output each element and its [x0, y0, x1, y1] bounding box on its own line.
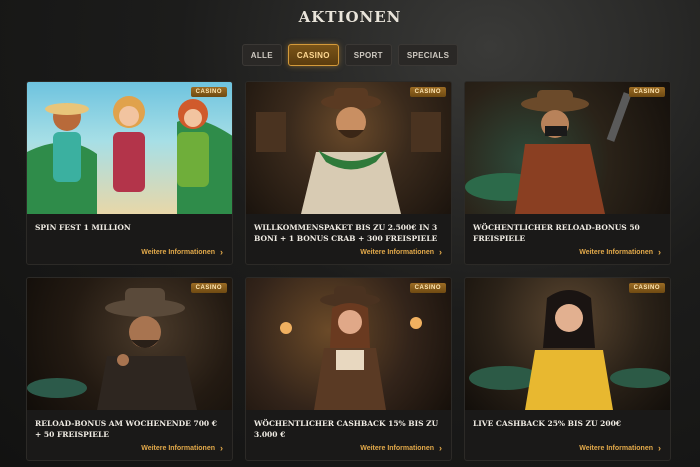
promo-title: RELOAD-BONUS AM WOCHENENDE 700 € + 50 FR…: [35, 419, 217, 439]
promo-card[interactable]: CASINO WÖCHENTLICHER RELOAD-BONUS 50 FRE…: [464, 81, 671, 265]
more-info-label: Weitere Informationen: [579, 249, 653, 256]
promo-image: CASINO: [246, 278, 451, 410]
tab-sport[interactable]: SPORT: [344, 44, 392, 66]
promo-card[interactable]: CASINO LIVE CASHBACK 25% BIS ZU 200€ Wei…: [464, 277, 671, 461]
promo-image: CASINO: [27, 82, 232, 214]
more-info-link[interactable]: Weitere Informationen ›: [141, 444, 223, 453]
tab-specials[interactable]: SPECIALS: [397, 44, 459, 66]
more-info-link[interactable]: Weitere Informationen ›: [579, 248, 661, 257]
filter-tabs: ALLE CASINO SPORT SPECIALS: [0, 44, 700, 66]
category-badge: CASINO: [628, 87, 665, 97]
more-info-link[interactable]: Weitere Informationen ›: [360, 248, 442, 257]
promo-image: CASINO: [465, 278, 670, 410]
more-info-label: Weitere Informationen: [360, 249, 434, 256]
more-info-link[interactable]: Weitere Informationen ›: [141, 248, 223, 257]
promo-image: CASINO: [465, 82, 670, 214]
tab-alle[interactable]: ALLE: [241, 44, 282, 66]
more-info-label: Weitere Informationen: [579, 445, 653, 452]
promo-card[interactable]: CASINO RELOAD-BONUS AM WOCHENENDE 700 € …: [26, 277, 233, 461]
tab-casino[interactable]: CASINO: [287, 44, 339, 66]
more-info-label: Weitere Informationen: [360, 445, 434, 452]
category-badge: CASINO: [409, 283, 446, 293]
more-info-link[interactable]: Weitere Informationen ›: [579, 444, 661, 453]
promo-title: WÖCHENTLICHER CASHBACK 15% BIS ZU 3.000 …: [254, 419, 439, 439]
chevron-right-icon: ›: [220, 247, 223, 257]
promo-image: CASINO: [27, 278, 232, 410]
chevron-right-icon: ›: [439, 247, 442, 257]
more-info-link[interactable]: Weitere Informationen ›: [360, 444, 442, 453]
promo-card[interactable]: CASINO WÖCHENTLICHER CASHBACK 15% BIS ZU…: [245, 277, 452, 461]
promo-title: WILLKOMMENSPAKET BIS ZU 2.500€ IN 3 BONI…: [254, 223, 438, 243]
chevron-right-icon: ›: [439, 443, 442, 453]
promo-title: LIVE CASHBACK 25% BIS ZU 200€: [473, 419, 622, 428]
category-badge: CASINO: [409, 87, 446, 97]
more-info-label: Weitere Informationen: [141, 249, 215, 256]
chevron-right-icon: ›: [658, 443, 661, 453]
promo-title: WÖCHENTLICHER RELOAD-BONUS 50 FREISPIELE: [473, 223, 640, 243]
page-title: AKTIONEN: [298, 8, 402, 26]
promo-card[interactable]: CASINO SPIN FEST 1 MILLION Weitere Infor…: [26, 81, 233, 265]
chevron-right-icon: ›: [220, 443, 223, 453]
category-badge: CASINO: [190, 283, 227, 293]
chevron-right-icon: ›: [658, 247, 661, 257]
category-badge: CASINO: [628, 283, 665, 293]
promo-card[interactable]: CASINO WILLKOMMENSPAKET BIS ZU 2.500€ IN…: [245, 81, 452, 265]
promo-image: CASINO: [246, 82, 451, 214]
category-badge: CASINO: [190, 87, 227, 97]
promotions-grid: CASINO SPIN FEST 1 MILLION Weitere Infor…: [26, 81, 671, 461]
more-info-label: Weitere Informationen: [141, 445, 215, 452]
promo-title: SPIN FEST 1 MILLION: [35, 223, 131, 232]
